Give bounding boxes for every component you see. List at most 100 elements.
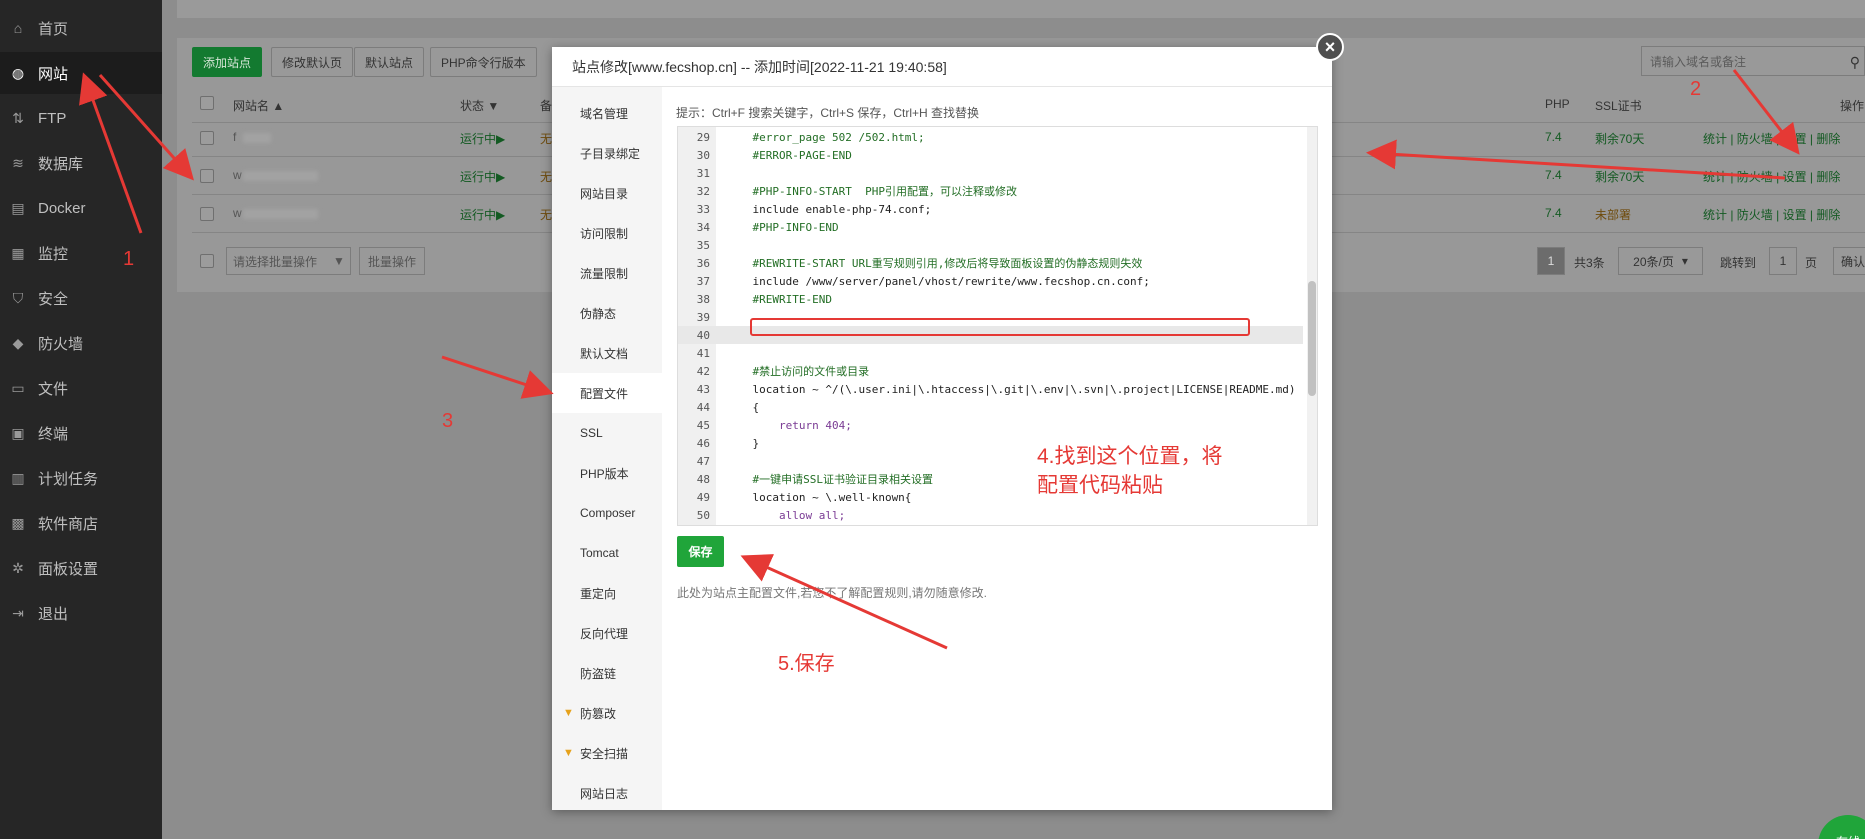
site-status[interactable]: 运行中▶ [460, 168, 505, 185]
dialog-menu-item[interactable]: 伪静态 [552, 293, 662, 333]
code-line[interactable]: 36 #REWRITE-START URL重写规则引用,修改后将导致面板设置的伪… [678, 254, 1303, 272]
site-name[interactable]: w [233, 206, 242, 220]
site-status[interactable]: 运行中▶ [460, 206, 505, 223]
dialog-menu-item[interactable]: PHP版本 [552, 453, 662, 493]
sidebar-item-9[interactable]: ▣ 终端 [0, 412, 162, 454]
php-cli-version-button[interactable]: PHP命令行版本 [430, 47, 537, 77]
row-ops-links[interactable]: 统计 | 防火墙 | 设置 | 删除 [1703, 168, 1840, 185]
close-icon[interactable]: × [1316, 33, 1344, 61]
code-line[interactable]: 38 #REWRITE-END [678, 290, 1303, 308]
site-ssl[interactable]: 剩余70天 [1595, 168, 1644, 185]
sidebar-item-5[interactable]: ▦ 监控 [0, 232, 162, 274]
dialog-menu-item[interactable]: 反向代理 [552, 613, 662, 653]
site-remark[interactable]: 无 [540, 130, 552, 147]
site-php[interactable]: 7.4 [1545, 130, 1562, 144]
code-line[interactable]: 37 include /www/server/panel/vhost/rewri… [678, 272, 1303, 290]
row-ops-links[interactable]: 统计 | 防火墙 | 设置 | 删除 [1703, 206, 1840, 223]
site-ssl[interactable]: 未部署 [1595, 206, 1631, 223]
batch-select[interactable]: 请选择批量操作 ▼ [226, 247, 351, 275]
sidebar-item-0[interactable]: ⌂ 首页 [0, 7, 162, 49]
dialog-menu-label: 域名管理 [580, 106, 629, 121]
site-remark[interactable]: 无 [540, 168, 552, 185]
sidebar-item-8[interactable]: ▭ 文件 [0, 367, 162, 409]
modify-default-page-button[interactable]: 修改默认页 [271, 47, 354, 77]
sidebar-item-3[interactable]: ≋ 数据库 [0, 142, 162, 184]
site-name[interactable]: f [233, 130, 236, 144]
line-number: 48 [696, 472, 710, 486]
sidebar-item-7[interactable]: ◆ 防火墙 [0, 322, 162, 364]
dialog-menu-item[interactable]: Tomcat [552, 533, 662, 573]
code-line[interactable]: 43 location ~ ^/(\.user.ini|\.htaccess|\… [678, 380, 1303, 398]
dialog-menu-item[interactable]: ▼ 安全扫描 [552, 733, 662, 773]
code-line[interactable]: 29 #error_page 502 /502.html; [678, 128, 1303, 146]
save-button[interactable]: 保存 [677, 536, 724, 567]
sidebar-item-2[interactable]: ⇅ FTP [0, 97, 162, 139]
dialog-menu-item[interactable]: 访问限制 [552, 213, 662, 253]
sidebar-item-11[interactable]: ▩ 软件商店 [0, 502, 162, 544]
dialog-menu-item[interactable]: 网站日志 [552, 773, 662, 813]
row-checkbox[interactable] [200, 207, 214, 221]
editor-scroll-thumb[interactable] [1308, 281, 1316, 396]
code-line[interactable]: 41 [678, 344, 1303, 362]
code-line[interactable]: 44 { [678, 398, 1303, 416]
dialog-menu-item[interactable]: Composer [552, 493, 662, 533]
docker-icon: ▤ [11, 199, 25, 216]
add-site-button[interactable]: 添加站点 [192, 47, 263, 77]
code-line[interactable]: 34 #PHP-INFO-END [678, 218, 1303, 236]
line-number: 30 [696, 148, 710, 162]
search-icon[interactable]: ⚲ [1850, 54, 1860, 71]
site-remark[interactable]: 无 [540, 206, 552, 223]
dialog-menu-item[interactable]: 默认文档 [552, 333, 662, 373]
sidebar-item-4[interactable]: ▤ Docker [0, 187, 162, 229]
sidebar-item-label: 计划任务 [38, 470, 99, 488]
code-text: include enable-php-74.conf; [726, 202, 932, 216]
dialog-menu-item[interactable]: 防盗链 [552, 653, 662, 693]
row-checkbox[interactable] [200, 131, 214, 145]
per-page-select[interactable]: 20条/页 ▾ [1618, 247, 1703, 275]
sidebar-item-label: 网站 [38, 65, 69, 83]
code-line[interactable]: 33 include enable-php-74.conf; [678, 200, 1303, 218]
code-line[interactable]: 30 #ERROR-PAGE-END [678, 146, 1303, 164]
batch-checkbox[interactable] [200, 254, 214, 268]
dialog-menu-item[interactable]: SSL [552, 413, 662, 453]
dialog-menu-item[interactable]: 网站目录 [552, 173, 662, 213]
code-line[interactable]: 35 [678, 236, 1303, 254]
dialog-menu-item[interactable]: 配置文件 [552, 373, 662, 413]
domain-search-input[interactable]: 请输入域名或备注 ⚲ [1641, 46, 1865, 76]
site-php[interactable]: 7.4 [1545, 206, 1562, 220]
sidebar-item-10[interactable]: ▥ 计划任务 [0, 457, 162, 499]
jump-page-input[interactable]: 1 [1769, 247, 1797, 275]
code-line[interactable]: 50 allow all; [678, 506, 1303, 524]
dialog-menu-item[interactable]: 重定向 [552, 573, 662, 613]
code-line[interactable]: 42 #禁止访问的文件或目录 [678, 362, 1303, 380]
annotation-step-1: 1 [123, 248, 135, 270]
dialog-menu-item[interactable]: 子目录绑定 [552, 133, 662, 173]
site-php[interactable]: 7.4 [1545, 168, 1562, 182]
sidebar-item-13[interactable]: ⇥ 退出 [0, 592, 162, 634]
dialog-menu-item[interactable]: ▼ 防篡改 [552, 693, 662, 733]
jump-confirm-button[interactable]: 确认 [1833, 247, 1865, 275]
row-checkbox[interactable] [200, 169, 214, 183]
site-ssl[interactable]: 剩余70天 [1595, 130, 1644, 147]
dialog-menu-item[interactable]: 域名管理 [552, 93, 662, 133]
sidebar-item-12[interactable]: ✲ 面板设置 [0, 547, 162, 589]
site-name[interactable]: w [233, 168, 242, 182]
dialog-menu-item[interactable]: 流量限制 [552, 253, 662, 293]
col-site-name[interactable]: 网站名 ▲ [233, 97, 284, 114]
code-line[interactable]: 32 #PHP-INFO-START PHP引用配置，可以注释或修改 [678, 182, 1303, 200]
sidebar-item-label: FTP [38, 109, 67, 127]
col-status[interactable]: 状态 ▼ [460, 97, 499, 114]
page-1-button[interactable]: 1 [1537, 247, 1565, 275]
dialog-menu-label: 子目录绑定 [580, 146, 641, 161]
code-line[interactable]: 45 return 404; [678, 416, 1303, 434]
row-ops-links[interactable]: 统计 | 防火墙 | 设置 | 删除 [1703, 130, 1840, 147]
batch-op-button[interactable]: 批量操作 [359, 247, 425, 275]
default-site-button[interactable]: 默认站点 [354, 47, 425, 77]
sidebar-item-1[interactable]: ◍ 网站 [0, 52, 162, 94]
select-all-checkbox[interactable] [200, 96, 214, 110]
editor-scrollbar[interactable] [1307, 127, 1317, 525]
sidebar-item-6[interactable]: ⛉ 安全 [0, 277, 162, 319]
annotation-step-3: 3 [442, 410, 454, 432]
site-status[interactable]: 运行中▶ [460, 130, 505, 147]
code-line[interactable]: 31 [678, 164, 1303, 182]
